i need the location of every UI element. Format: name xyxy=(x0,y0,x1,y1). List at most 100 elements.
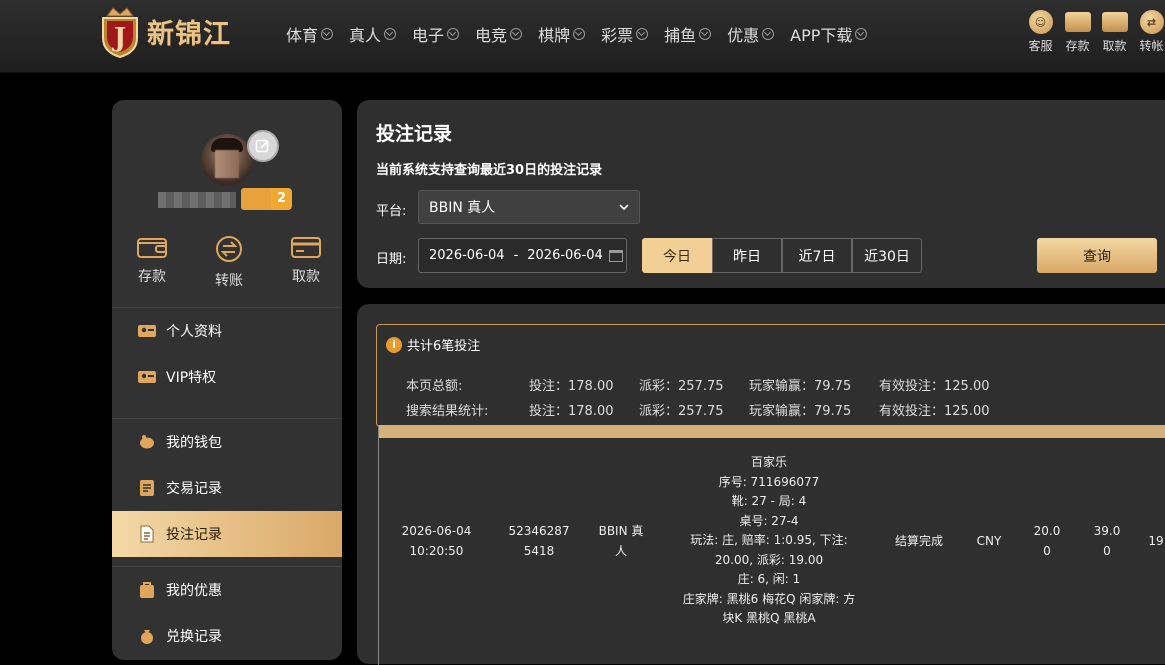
edit-profile-button[interactable] xyxy=(247,130,279,162)
wallet-withdraw-button[interactable]: 取款 xyxy=(280,234,332,290)
vip-level: 2 xyxy=(271,188,293,210)
platform-label: 平台: xyxy=(376,204,407,219)
query-button[interactable]: 查询 xyxy=(1037,238,1157,273)
sidebar-item-redeem-records[interactable]: 兑换记录 xyxy=(112,613,342,659)
avatar[interactable] xyxy=(201,134,253,186)
summary-header: i 共计6笔投注 xyxy=(386,335,480,354)
cell-bet-time: 2026-06-04 10:20:50 xyxy=(401,524,472,558)
page-subtitle: 当前系统支持查询最近30日的投注记录 xyxy=(376,163,603,178)
vip-icon xyxy=(241,188,271,210)
bet-records-table: 2026-06-04 10:20:50 52346287 5418 BBIN 真… xyxy=(378,425,1165,665)
search-total-valid: 有效投注：125.00 xyxy=(879,404,990,419)
cell-detail: 百家乐 序号: 711696077 靴: 27 - 局: 4 桌号: 27-4 … xyxy=(682,455,856,625)
range-30days-button[interactable]: 近30日 xyxy=(852,238,922,273)
quick-deposit[interactable]: 存款 xyxy=(1059,10,1096,54)
nav-promotions[interactable]: 优惠 xyxy=(727,22,775,46)
search-total-payout: 派彩：257.75 xyxy=(639,404,724,419)
table-header xyxy=(379,425,1165,438)
nav-slots[interactable]: 电子 xyxy=(412,22,460,46)
range-today-button[interactable]: 今日 xyxy=(642,238,712,273)
menu-group-account: 个人资料 VIP特权 xyxy=(112,307,342,400)
money-bag-icon xyxy=(137,628,157,644)
top-bar: J 新锦江 体育 真人 电子 电竞 棋牌 彩票 捕鱼 优惠 APP下载 ☺ 客服… xyxy=(0,0,1165,73)
nav-app-download[interactable]: APP下载 xyxy=(790,22,868,46)
withdraw-card-icon xyxy=(1101,12,1128,32)
sidebar-item-wallet[interactable]: 我的钱包 xyxy=(112,419,342,465)
search-total-label: 搜索结果统计: xyxy=(406,404,489,419)
quick-actions: ☺ 客服 存款 取款 ⇄ 转帐 xyxy=(1022,10,1165,54)
nav-live[interactable]: 真人 xyxy=(349,22,397,46)
sidebar-item-label: 交易记录 xyxy=(166,481,222,497)
wallet-label: 存款 xyxy=(138,269,166,285)
chevron-down-icon xyxy=(619,204,629,211)
quick-withdraw[interactable]: 取款 xyxy=(1096,10,1133,54)
wallet-label: 转账 xyxy=(215,273,243,289)
date-range-buttons: 今日 昨日 近7日 近30日 xyxy=(642,238,922,273)
brand-name: 新锦江 xyxy=(147,18,231,50)
id-card-icon xyxy=(137,369,157,385)
nav-fishing[interactable]: 捕鱼 xyxy=(664,22,712,46)
quick-label: 取款 xyxy=(1102,39,1127,53)
quick-label: 转帐 xyxy=(1139,39,1164,53)
sidebar-item-label: VIP特权 xyxy=(166,370,217,386)
nav-lottery[interactable]: 彩票 xyxy=(601,22,649,46)
pencil-icon xyxy=(255,139,269,153)
deposit-wallet-icon xyxy=(1064,12,1091,32)
info-icon: i xyxy=(386,336,402,353)
nav-label: 捕鱼 xyxy=(664,26,697,45)
sidebar-item-label: 我的钱包 xyxy=(166,435,222,451)
platform-selected-value: BBIN 真人 xyxy=(429,200,496,216)
search-total-winloss: 玩家输赢：79.75 xyxy=(749,404,852,419)
username-redacted xyxy=(158,192,236,208)
quick-transfer[interactable]: ⇄ 转帐 xyxy=(1133,10,1165,54)
account-sidebar: 2 存款 转账 取款 个人资料 VIP特权 我的钱包 交易记录 投注记录 我的优… xyxy=(112,100,342,660)
sidebar-item-profile[interactable]: 个人资料 xyxy=(112,308,342,354)
sidebar-item-label: 兑换记录 xyxy=(166,629,222,645)
date-range-input[interactable]: 2026-06-04 - 2026-06-04 xyxy=(418,238,627,273)
date-separator: - xyxy=(513,248,519,263)
range-7days-button[interactable]: 近7日 xyxy=(782,238,852,273)
nav-esports[interactable]: 电竞 xyxy=(475,22,523,46)
nav-label: 优惠 xyxy=(727,26,760,45)
wallet-actions: 存款 转账 取款 xyxy=(126,234,332,290)
wallet-transfer-button[interactable]: 转账 xyxy=(203,234,255,290)
quick-service[interactable]: ☺ 客服 xyxy=(1022,10,1059,54)
nav-label: 体育 xyxy=(286,26,319,45)
piggy-bank-icon xyxy=(137,434,157,450)
cell-order-no: 52346287 5418 xyxy=(508,524,570,558)
sidebar-item-label: 个人资料 xyxy=(166,324,222,340)
vip-badge[interactable]: 2 xyxy=(241,188,293,210)
sidebar-item-bet-records[interactable]: 投注记录 xyxy=(112,511,342,557)
date-label: 日期: xyxy=(376,252,407,267)
transfer-icon xyxy=(216,236,242,262)
cell-platform: BBIN 真 人 xyxy=(598,524,644,558)
chevron-down-icon xyxy=(573,28,586,40)
service-icon: ☺ xyxy=(1028,10,1053,34)
document-list-icon xyxy=(137,480,157,496)
nav-cards[interactable]: 棋牌 xyxy=(538,22,586,46)
platform-select[interactable]: BBIN 真人 xyxy=(418,190,640,224)
nav-label: 真人 xyxy=(349,26,382,45)
gift-bag-icon xyxy=(137,582,157,598)
page-total-label: 本页总额: xyxy=(406,379,463,394)
table-row[interactable]: 2026-06-04 10:20:50 52346287 5418 BBIN 真… xyxy=(379,438,1165,665)
brand-logo[interactable]: J 新锦江 xyxy=(97,4,231,58)
date-to: 2026-06-04 xyxy=(527,248,603,263)
page-total-valid: 有效投注：125.00 xyxy=(879,379,990,394)
wallet-deposit-button[interactable]: 存款 xyxy=(126,234,178,290)
calendar-icon xyxy=(608,249,623,262)
nav-label: 电子 xyxy=(412,26,445,45)
sidebar-item-my-offers[interactable]: 我的优惠 xyxy=(112,567,342,613)
sidebar-item-vip[interactable]: VIP特权 xyxy=(112,354,342,400)
nav-label: 棋牌 xyxy=(538,26,571,45)
nav-sports[interactable]: 体育 xyxy=(286,22,334,46)
sidebar-item-transactions[interactable]: 交易记录 xyxy=(112,465,342,511)
chevron-down-icon xyxy=(855,28,868,40)
page-total-bet: 投注：178.00 xyxy=(529,379,614,394)
chevron-down-icon xyxy=(762,28,775,40)
transfer-icon: ⇄ xyxy=(1139,10,1164,34)
chevron-down-icon xyxy=(510,28,523,40)
nav-label: APP下载 xyxy=(790,26,853,45)
cell-payout: 39.0 0 xyxy=(1093,524,1121,558)
range-yesterday-button[interactable]: 昨日 xyxy=(712,238,782,273)
